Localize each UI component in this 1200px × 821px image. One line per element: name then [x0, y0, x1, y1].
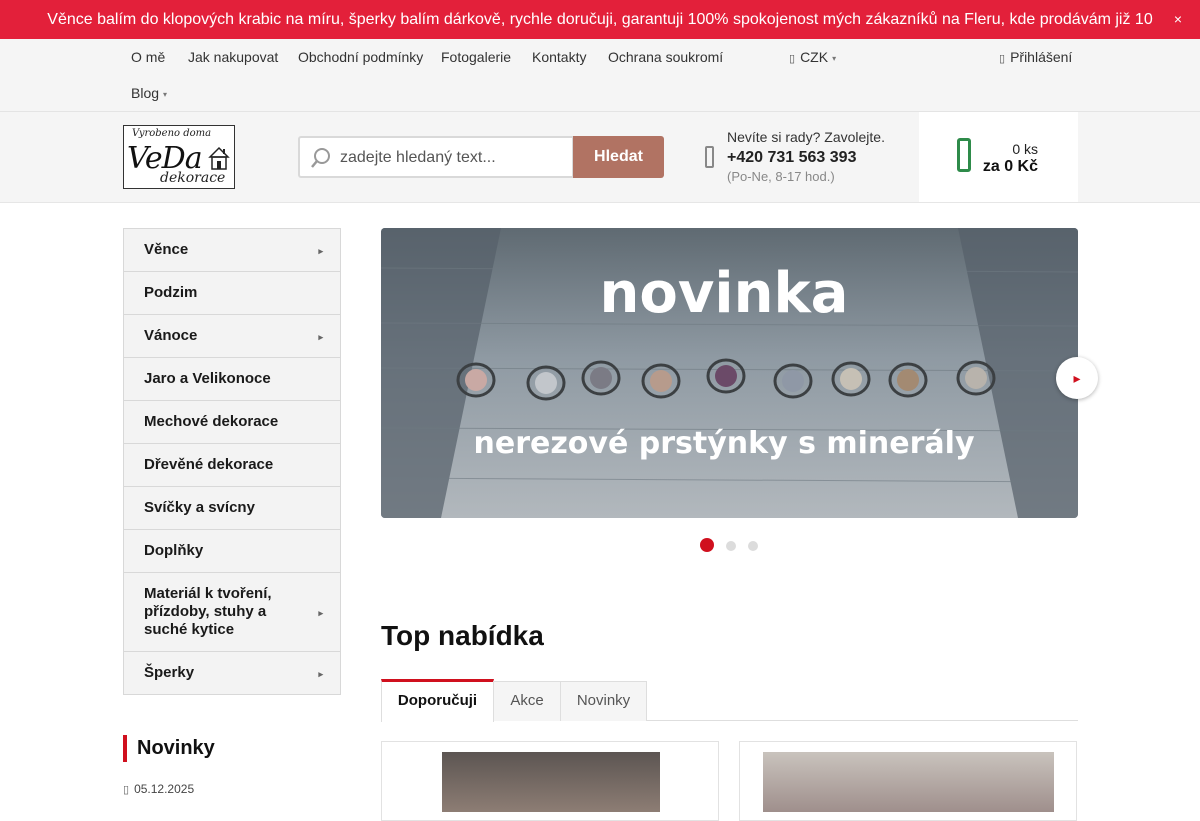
hero-banner[interactable]: novinka nerezové prstýnky s minerály	[381, 228, 1078, 518]
search-bar: Hledat	[298, 136, 664, 178]
money-icon: ▯	[789, 53, 796, 65]
cart-button[interactable]: 0 ks za 0 Kč	[919, 112, 1078, 202]
carousel-next-button[interactable]: ▸	[1056, 357, 1098, 399]
product-card[interactable]	[381, 741, 719, 821]
product-image	[763, 752, 1054, 812]
news-date: ▯ 05.12.2025	[123, 782, 194, 796]
phone-hours: (Po-Ne, 8-17 hod.)	[727, 169, 835, 184]
logo-tagline: Vyrobeno doma	[132, 128, 212, 139]
help-question: Nevíte si rady? Zavolejte.	[727, 129, 885, 145]
carousel-dots	[700, 538, 760, 552]
nav-link-about[interactable]: O mě	[131, 49, 165, 69]
search-button[interactable]: Hledat	[573, 136, 664, 178]
carousel-dot[interactable]	[748, 541, 758, 551]
category-item-wood-decor[interactable]: Dřevěné dekorace	[124, 444, 340, 487]
category-item-jewelry[interactable]: Šperky ▸	[124, 652, 340, 694]
category-item-candles[interactable]: Svíčky a svícny	[124, 487, 340, 530]
cart-count: 0 ks	[1012, 141, 1038, 157]
login-label: Přihlášení	[1010, 49, 1073, 65]
nav-link-terms[interactable]: Obchodní podmínky	[298, 49, 423, 69]
category-label: Věnce	[144, 241, 189, 258]
chevron-down-icon: ▾	[832, 54, 837, 63]
category-label: Svíčky a svícny	[144, 499, 255, 516]
logo-subtitle: dekorace	[160, 170, 226, 186]
tab-new[interactable]: Novinky	[560, 681, 647, 721]
category-item-christmas[interactable]: Vánoce ▸	[124, 315, 340, 358]
carousel-dot[interactable]	[726, 541, 736, 551]
top-navigation: O mě Jak nakupovat Obchodní podmínky Fot…	[0, 39, 1200, 112]
search-icon	[311, 148, 330, 168]
search-input[interactable]	[340, 146, 568, 170]
category-label: Doplňky	[144, 542, 204, 559]
product-tabs: Doporučuji Akce Novinky	[381, 679, 1078, 722]
news-date-text: 05.12.2025	[134, 782, 195, 796]
tab-recommended[interactable]: Doporučuji	[381, 679, 494, 722]
category-item-spring-easter[interactable]: Jaro a Velikonoce	[124, 358, 340, 401]
login-link[interactable]: ▯ Přihlášení	[999, 49, 1072, 69]
nav-link-blog[interactable]: Blog ▾	[131, 85, 167, 105]
category-label: Materiál k tvoření, přízdoby, stuhy a su…	[144, 585, 272, 638]
announcement-text: Věnce balím do klopových krabic na míru,…	[47, 11, 1153, 68]
house-icon	[208, 146, 230, 170]
carousel-dot[interactable]	[700, 538, 714, 552]
category-label: Mechové dekorace	[144, 413, 279, 430]
banner-headline: novinka	[600, 261, 849, 326]
category-item-moss-decor[interactable]: Mechové dekorace	[124, 401, 340, 444]
nav-link-gallery[interactable]: Fotogalerie	[441, 49, 511, 69]
section-title: Top nabídka	[381, 620, 544, 651]
nav-link-contacts[interactable]: Kontakty	[532, 49, 586, 69]
chevron-down-icon: ▾	[163, 90, 168, 99]
cart-icon	[957, 138, 971, 172]
nav-link-privacy[interactable]: Ochrana soukromí	[608, 49, 723, 69]
phone-contact: Nevíte si rady? Zavolejte. +420 731 563 …	[700, 128, 910, 188]
category-label: Šperky	[144, 664, 195, 681]
category-item-wreaths[interactable]: Věnce ▸	[124, 229, 340, 272]
banner-subline: nerezové prstýnky s minerály	[473, 426, 974, 461]
tab-sale[interactable]: Akce	[493, 681, 561, 721]
close-icon[interactable]: ×	[1174, 0, 1182, 39]
calendar-icon: ▯	[123, 784, 130, 796]
cart-total: za 0 Kč	[982, 158, 1038, 175]
category-item-accessories[interactable]: Doplňky	[124, 530, 340, 573]
chevron-right-icon: ▸	[318, 246, 323, 256]
phone-icon	[705, 146, 714, 168]
nav-link-how-to-buy[interactable]: Jak nakupovat	[188, 49, 278, 69]
product-card[interactable]	[739, 741, 1077, 821]
category-menu: Věnce ▸ Podzim Vánoce ▸ Jaro a Velikonoc…	[123, 228, 341, 695]
category-item-autumn[interactable]: Podzim	[124, 272, 340, 315]
chevron-right-icon: ▸	[318, 332, 323, 342]
user-icon: ▯	[999, 53, 1006, 65]
news-heading: Novinky	[123, 735, 215, 762]
phone-number[interactable]: +420 731 563 393	[727, 149, 856, 167]
currency-selector[interactable]: ▯ CZK ▾	[789, 49, 836, 69]
blog-label: Blog	[131, 85, 160, 101]
currency-label: CZK	[800, 49, 829, 65]
chevron-right-icon: ▸	[318, 669, 323, 679]
category-label: Vánoce	[144, 327, 198, 344]
search-field-wrapper	[298, 136, 574, 178]
category-label: Podzim	[144, 284, 198, 301]
category-item-craft-material[interactable]: Materiál k tvoření, přízdoby, stuhy a su…	[124, 573, 340, 652]
chevron-right-icon: ▸	[318, 608, 323, 618]
category-label: Jaro a Velikonoce	[144, 370, 271, 387]
product-image	[442, 752, 660, 812]
banner-image: novinka nerezové prstýnky s minerály	[381, 228, 1078, 518]
announcement-bar: Věnce balím do klopových krabic na míru,…	[0, 0, 1200, 68]
site-header: Vyrobeno doma VeDa dekorace Hledat Nevít…	[0, 112, 1200, 203]
site-logo[interactable]: Vyrobeno doma VeDa dekorace	[123, 125, 235, 189]
category-label: Dřevěné dekorace	[144, 456, 274, 473]
